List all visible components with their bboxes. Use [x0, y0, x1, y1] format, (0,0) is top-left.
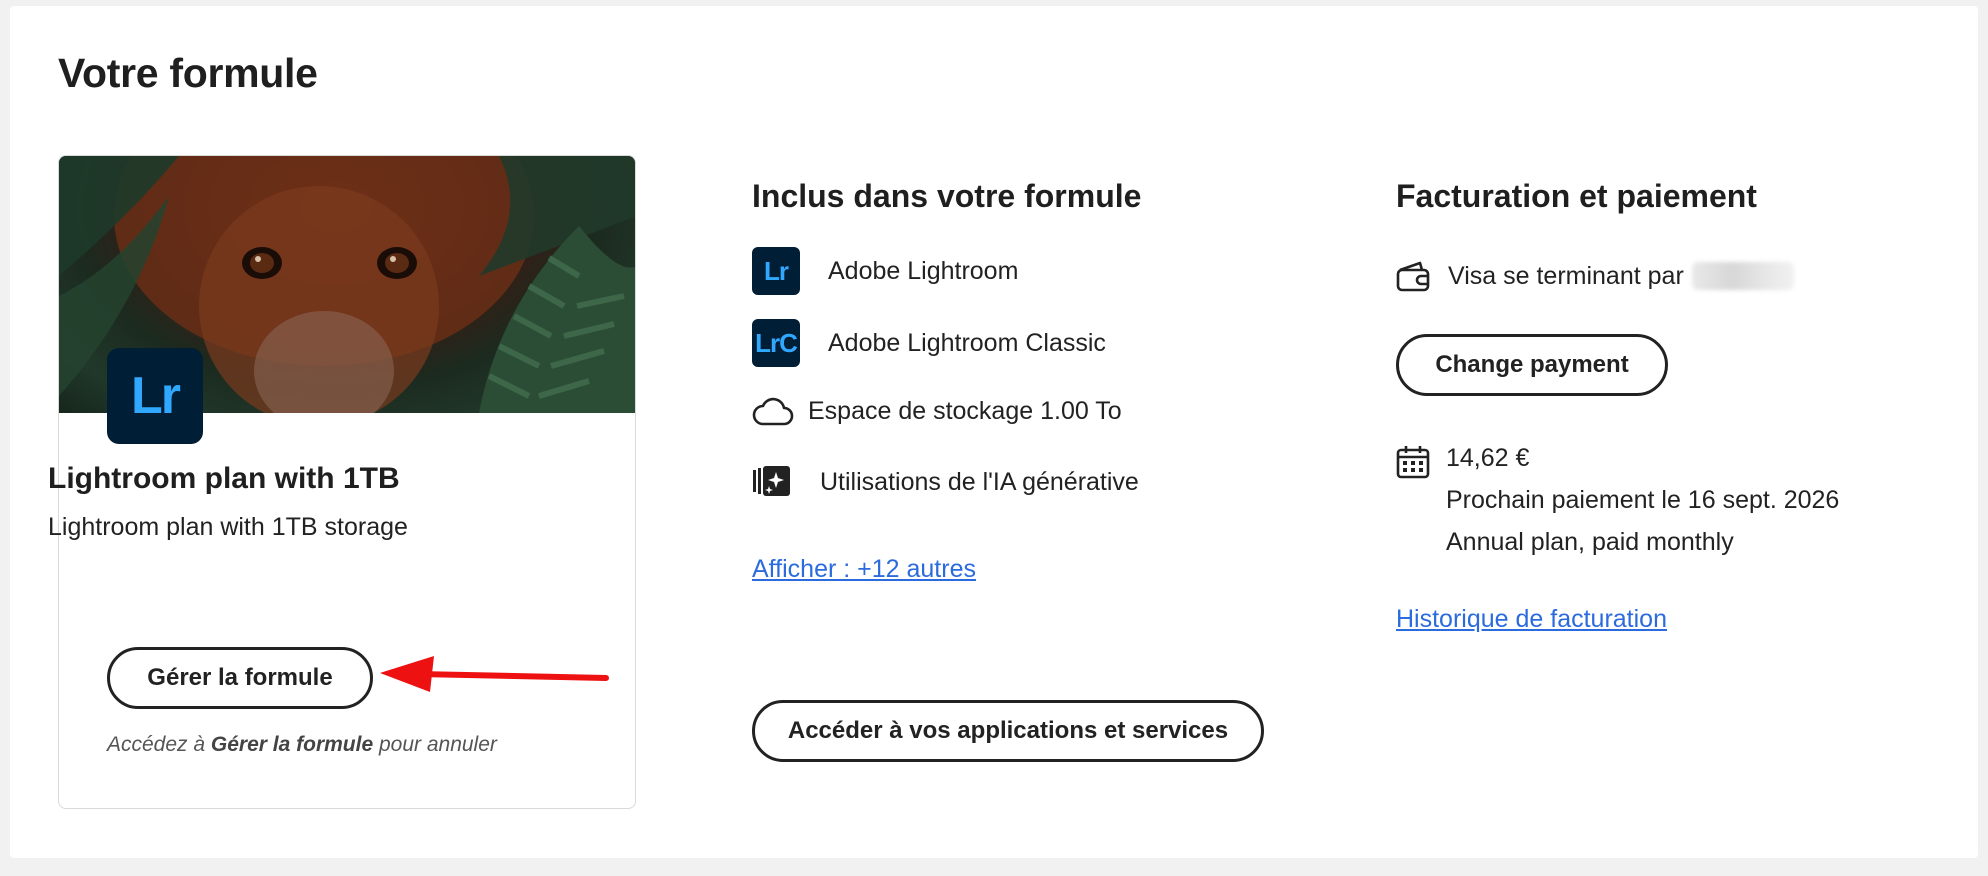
lightroom-icon: Lr — [752, 247, 800, 295]
lightroom-app-icon: Lr — [107, 348, 203, 444]
red-arrow-annotation-icon — [380, 656, 609, 692]
payment-method-text: Visa se terminant par — [1448, 261, 1684, 290]
generative-ai-icon — [753, 466, 790, 496]
change-payment-button[interactable]: Change payment — [1396, 334, 1668, 396]
access-apps-button[interactable]: Accéder à vos applications et services — [752, 700, 1264, 762]
included-heading: Inclus dans votre formule — [752, 178, 1142, 214]
cancel-note: Accédez à Gérer la formule pour annuler — [107, 733, 497, 756]
manage-plan-button[interactable]: Gérer la formule — [107, 647, 373, 709]
page-title: Votre formule — [58, 50, 318, 96]
billing-amount: 14,62 € — [1446, 444, 1530, 472]
cloud-icon — [752, 397, 794, 426]
wallet-icon — [1396, 261, 1430, 292]
masked-card-number — [1691, 262, 1794, 290]
included-item-lightroom: Lr Adobe Lightroom — [752, 247, 1018, 295]
included-item-generative-ai: Utilisations de l'IA générative — [752, 464, 1139, 500]
billing-details: 14,62 € Prochain paiement le 16 sept. 20… — [1396, 444, 1840, 563]
plan-billing-type: Annual plan, paid monthly — [1446, 528, 1734, 556]
included-item-storage: Espace de stockage 1.00 To — [752, 394, 1122, 428]
payment-method-row: Visa se terminant par — [1396, 260, 1794, 292]
lightroom-classic-icon: LrC — [752, 319, 800, 367]
cancel-note-emphasis: Gérer la formule — [210, 733, 374, 756]
plan-description: Lightroom plan with 1TB storage — [48, 513, 408, 541]
calendar-icon — [1396, 446, 1430, 479]
billing-heading: Facturation et paiement — [1396, 178, 1757, 214]
next-payment-date: Prochain paiement le 16 sept. 2026 — [1446, 486, 1840, 514]
show-more-link[interactable]: Afficher : +12 autres — [752, 555, 976, 584]
billing-history-link[interactable]: Historique de facturation — [1396, 605, 1667, 634]
included-item-lightroom-classic: LrC Adobe Lightroom Classic — [752, 319, 1106, 367]
plan-title: Lightroom plan with 1TB — [48, 462, 400, 495]
